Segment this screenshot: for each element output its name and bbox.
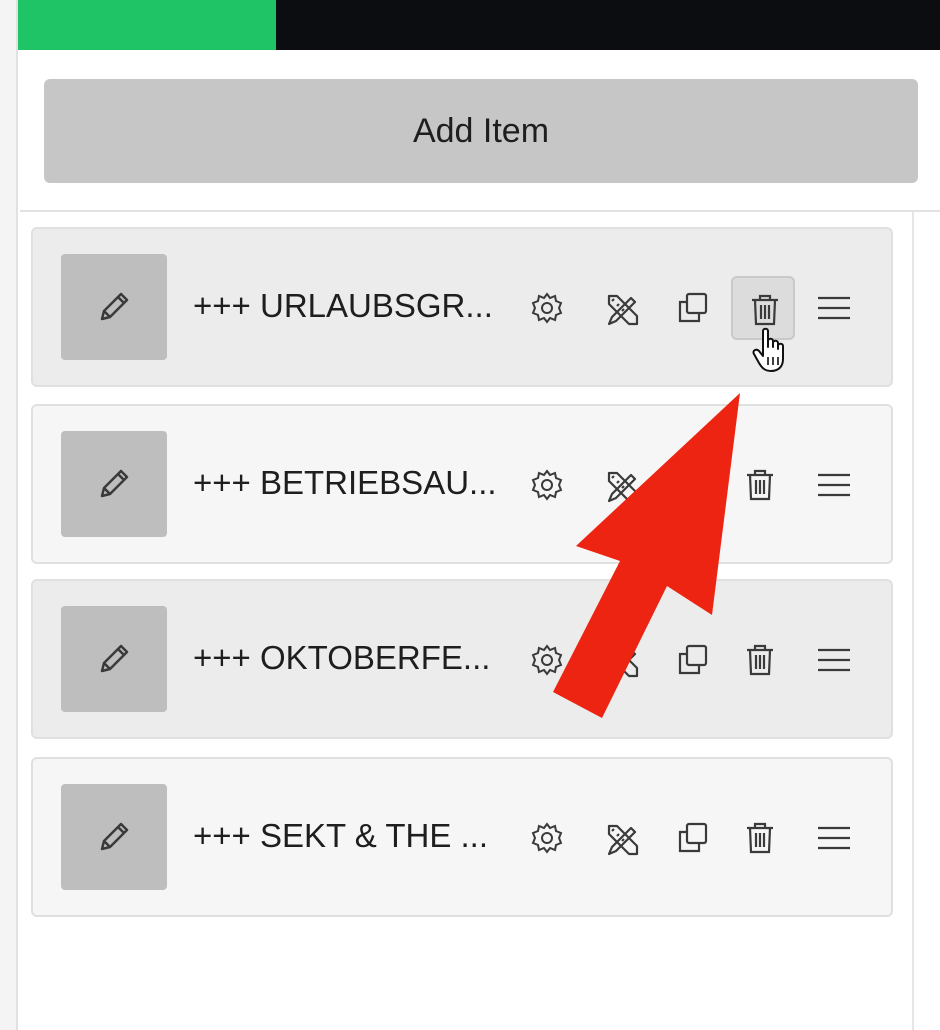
pencil-icon — [100, 822, 129, 851]
list-item[interactable]: +++ OKTOBERFE... — [31, 579, 893, 739]
item-edit-thumbnail[interactable] — [61, 606, 167, 712]
settings-button[interactable] — [523, 636, 571, 684]
hand-cursor-icon — [752, 327, 784, 372]
duplicate-icon — [678, 644, 708, 675]
settings-button[interactable] — [523, 814, 571, 862]
design-tools-icon — [607, 294, 639, 326]
delete-button[interactable] — [736, 814, 784, 862]
list-item[interactable]: +++ SEKT & THE ... — [31, 757, 893, 917]
list-item[interactable]: +++ BETRIEBSAU... — [31, 404, 893, 564]
add-item-button[interactable]: Add Item — [44, 79, 918, 183]
settings-button[interactable] — [523, 284, 571, 332]
item-title: +++ BETRIEBSAU... — [193, 464, 497, 501]
trash-icon — [747, 469, 773, 501]
pencil-icon — [100, 469, 129, 498]
item-edit-thumbnail[interactable] — [61, 254, 167, 360]
duplicate-icon — [678, 292, 708, 323]
duplicate-button[interactable] — [669, 636, 717, 684]
drag-handle[interactable] — [810, 461, 858, 509]
item-title: +++ URLAUBSGR... — [193, 287, 493, 324]
gear-icon — [531, 644, 563, 676]
add-item-area: Add Item — [20, 50, 940, 212]
window-left-edge — [0, 0, 18, 1030]
drag-handle-icon — [818, 296, 850, 320]
duplicate-button[interactable] — [669, 284, 717, 332]
drag-handle[interactable] — [810, 636, 858, 684]
settings-button[interactable] — [523, 461, 571, 509]
pencil-icon — [100, 644, 129, 673]
item-title: +++ SEKT & THE ... — [193, 817, 489, 854]
trash-icon — [747, 644, 773, 676]
duplicate-icon — [678, 469, 708, 500]
progress-fill — [18, 0, 277, 50]
drag-handle-icon — [818, 473, 850, 497]
pencil-icon — [100, 292, 129, 321]
duplicate-button[interactable] — [669, 814, 717, 862]
design-tools-icon — [607, 471, 639, 503]
duplicate-button[interactable] — [669, 461, 717, 509]
design-tools-icon — [607, 824, 639, 856]
trash-icon — [747, 822, 773, 854]
top-progress-bar — [18, 0, 940, 50]
delete-button[interactable] — [736, 636, 784, 684]
design-button[interactable] — [597, 284, 645, 332]
duplicate-icon — [678, 822, 708, 853]
gear-icon — [531, 469, 563, 501]
item-title: +++ OKTOBERFE... — [193, 639, 491, 676]
item-list: +++ URLAUBSGR... +++ BETRIEBSAU... +++ O… — [20, 212, 914, 1030]
design-button[interactable] — [597, 636, 645, 684]
drag-handle-icon — [818, 648, 850, 672]
design-tools-icon — [607, 646, 639, 678]
design-button[interactable] — [597, 461, 645, 509]
list-item[interactable]: +++ URLAUBSGR... — [31, 227, 893, 387]
gear-icon — [531, 822, 563, 854]
drag-handle[interactable] — [810, 284, 858, 332]
item-edit-thumbnail[interactable] — [61, 784, 167, 890]
drag-handle[interactable] — [810, 814, 858, 862]
gear-icon — [531, 292, 563, 324]
trash-icon — [752, 294, 778, 326]
delete-button[interactable] — [736, 461, 784, 509]
item-edit-thumbnail[interactable] — [61, 431, 167, 537]
drag-handle-icon — [818, 826, 850, 850]
design-button[interactable] — [597, 814, 645, 862]
